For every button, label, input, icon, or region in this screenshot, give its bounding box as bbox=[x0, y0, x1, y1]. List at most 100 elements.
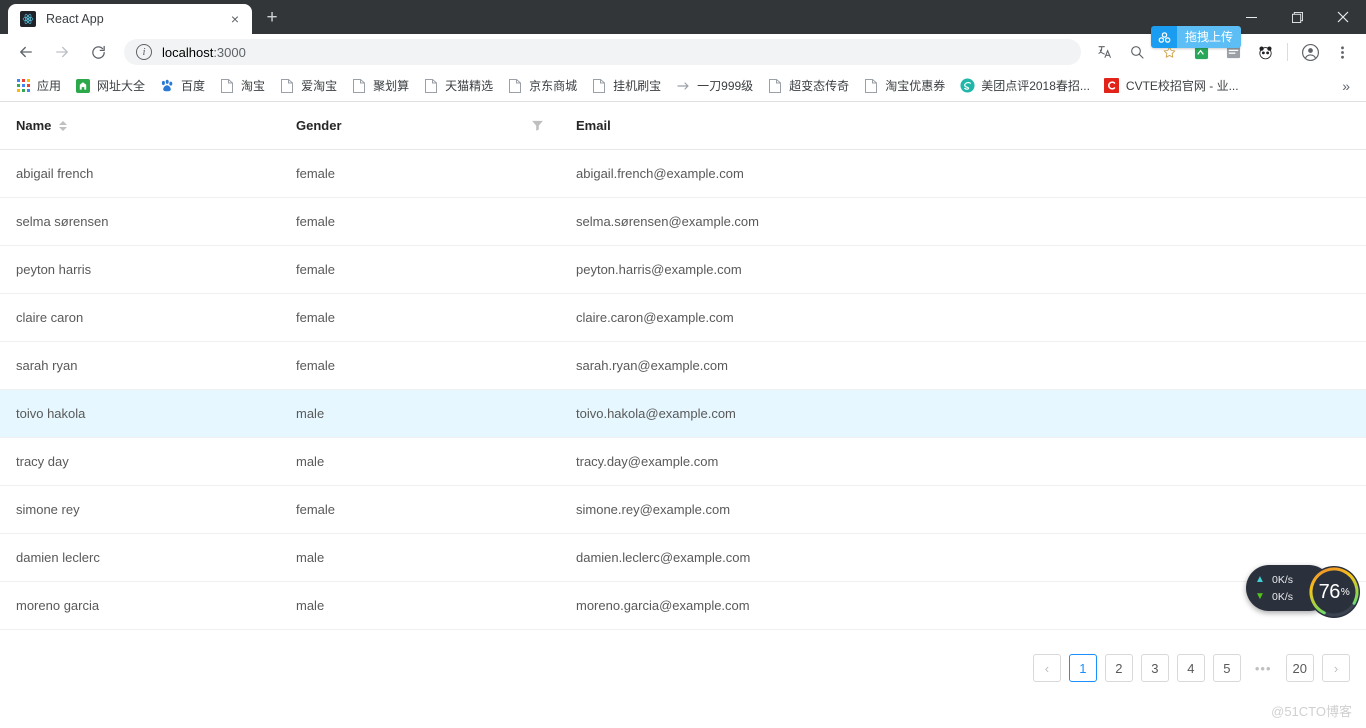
chrome-menu-icon[interactable] bbox=[1328, 38, 1356, 66]
maximize-icon[interactable] bbox=[1274, 0, 1320, 34]
watermark: @51CTO博客 bbox=[1271, 704, 1352, 719]
table-row[interactable]: toivo hakola male toivo.hakola@example.c… bbox=[0, 389, 1366, 438]
pagination-next[interactable]: › bbox=[1322, 654, 1350, 682]
table-row[interactable]: tracy day male tracy.day@example.com bbox=[0, 437, 1366, 486]
bookmark-apps[interactable]: 应用 bbox=[8, 74, 68, 98]
upload-speed-row: ▲ 0K/s bbox=[1254, 574, 1293, 586]
table-row[interactable]: abigail french female abigail.french@exa… bbox=[0, 149, 1366, 198]
page-icon bbox=[863, 78, 879, 94]
bookmark-taobao-coupon[interactable]: 淘宝优惠券 bbox=[856, 74, 952, 98]
site-info-icon[interactable]: i bbox=[136, 44, 152, 60]
cell-email: damien.leclerc@example.com bbox=[560, 533, 1366, 582]
page-icon bbox=[279, 78, 295, 94]
table-row[interactable]: claire caron female claire.caron@example… bbox=[0, 293, 1366, 342]
table-row[interactable]: moreno garcia male moreno.garcia@example… bbox=[0, 581, 1366, 630]
browser-toolbar: i localhost:3000 拖拽上传 bbox=[0, 26, 1366, 70]
bookmark-hao123[interactable]: 网址大全 bbox=[68, 74, 152, 98]
bookmark-label: 淘宝 bbox=[241, 79, 266, 93]
pagination-page-5[interactable]: 5 bbox=[1212, 654, 1241, 682]
zoom-search-icon[interactable] bbox=[1123, 38, 1151, 66]
column-label: Gender bbox=[296, 118, 342, 133]
bookmark-label: 爱淘宝 bbox=[301, 79, 338, 93]
bookmark-chaobiantai[interactable]: 超变态传奇 bbox=[760, 74, 856, 98]
close-tab-icon[interactable]: × bbox=[226, 10, 244, 28]
table-row[interactable]: sarah ryan female sarah.ryan@example.com bbox=[0, 341, 1366, 390]
translate-icon[interactable] bbox=[1091, 38, 1119, 66]
bookmark-label: 淘宝优惠券 bbox=[885, 79, 946, 93]
column-header-gender[interactable]: Gender bbox=[280, 102, 560, 150]
address-bar[interactable]: i localhost:3000 bbox=[124, 39, 1081, 65]
cell-name: simone rey bbox=[0, 485, 280, 534]
bookmark-itaobao[interactable]: 爱淘宝 bbox=[272, 74, 344, 98]
page-icon bbox=[423, 78, 439, 94]
bookmark-cvte[interactable]: CVTE校招官网 - 业... bbox=[1097, 74, 1246, 98]
sogou-icon bbox=[959, 78, 975, 94]
pagination: ‹ 1 2 3 4 5 ••• 20 › bbox=[0, 638, 1366, 682]
cell-name: tracy day bbox=[0, 437, 280, 486]
bookmark-jd[interactable]: 京东商城 bbox=[500, 74, 584, 98]
panda-extension-icon[interactable] bbox=[1251, 38, 1279, 66]
page-icon bbox=[219, 78, 235, 94]
bookmark-taobao[interactable]: 淘宝 bbox=[212, 74, 272, 98]
apps-grid-icon bbox=[15, 78, 31, 94]
reload-icon[interactable] bbox=[83, 37, 113, 67]
close-window-icon[interactable] bbox=[1320, 0, 1366, 34]
pagination-page-4[interactable]: 4 bbox=[1176, 654, 1205, 682]
table-row[interactable]: damien leclerc male damien.leclerc@examp… bbox=[0, 533, 1366, 582]
link-icon bbox=[675, 78, 691, 94]
pagination-prev[interactable]: ‹ bbox=[1032, 654, 1061, 682]
new-tab-button[interactable]: + bbox=[258, 4, 286, 32]
bookmarks-bar: 应用 网址大全 百度 淘宝 爱淘宝 聚划算 天猫精选 京东商城 挂机刷宝 一刀9… bbox=[0, 70, 1366, 102]
drag-upload-badge[interactable]: 拖拽上传 bbox=[1151, 26, 1242, 48]
upload-speed-value: 0K/s bbox=[1272, 573, 1294, 586]
cpu-usage-label: 76% bbox=[1306, 564, 1362, 620]
column-header-email[interactable]: Email bbox=[560, 102, 1366, 150]
bookmark-baidu[interactable]: 百度 bbox=[152, 74, 212, 98]
bookmark-label: 超变态传奇 bbox=[789, 79, 850, 93]
browser-tab[interactable]: React App × bbox=[8, 4, 252, 34]
cell-gender: female bbox=[280, 485, 560, 534]
pagination-page-last[interactable]: 20 bbox=[1285, 654, 1314, 682]
browser-window: React App × + i localhost:3000 拖拽上传 应用 … bbox=[0, 0, 1366, 728]
filter-icon[interactable] bbox=[531, 119, 544, 132]
forward-icon[interactable] bbox=[47, 37, 77, 67]
cell-email: sarah.ryan@example.com bbox=[560, 341, 1366, 390]
table-row[interactable]: simone rey female simone.rey@example.com bbox=[0, 485, 1366, 534]
cell-gender: male bbox=[280, 533, 560, 582]
hao123-icon bbox=[75, 78, 91, 94]
bookmarks-overflow-icon[interactable]: » bbox=[1334, 78, 1358, 94]
cell-email: peyton.harris@example.com bbox=[560, 245, 1366, 294]
cloud-upload-icon bbox=[1151, 26, 1177, 48]
speed-values: ▲ 0K/s ▼ 0K/s bbox=[1254, 574, 1293, 603]
pagination-ellipsis: ••• bbox=[1248, 654, 1278, 682]
table-row[interactable]: peyton harris female peyton.harris@examp… bbox=[0, 245, 1366, 294]
table-row[interactable]: selma sørensen female selma.sørensen@exa… bbox=[0, 197, 1366, 246]
cpu-usage-ring[interactable]: 76% bbox=[1306, 564, 1362, 620]
url-host: localhost bbox=[162, 44, 214, 60]
bookmark-label: 应用 bbox=[37, 79, 62, 93]
cell-gender: female bbox=[280, 197, 560, 246]
bookmark-label: 美团点评2018春招... bbox=[981, 79, 1090, 93]
cell-gender: male bbox=[280, 437, 560, 486]
pagination-page-3[interactable]: 3 bbox=[1140, 654, 1169, 682]
bookmark-guaji[interactable]: 挂机刷宝 bbox=[584, 74, 668, 98]
column-header-name[interactable]: Name bbox=[0, 102, 280, 150]
bookmark-tmall[interactable]: 天猫精选 bbox=[416, 74, 500, 98]
bookmark-meituan[interactable]: 美团点评2018春招... bbox=[952, 74, 1097, 98]
cell-name: toivo hakola bbox=[0, 389, 280, 438]
bookmark-label: 京东商城 bbox=[529, 79, 578, 93]
sort-toggle-icon[interactable] bbox=[59, 120, 68, 131]
back-icon[interactable] bbox=[11, 37, 41, 67]
download-arrow-icon: ▼ bbox=[1255, 590, 1265, 602]
page-icon bbox=[507, 78, 523, 94]
profile-avatar-icon[interactable] bbox=[1296, 38, 1324, 66]
pagination-page-2[interactable]: 2 bbox=[1104, 654, 1133, 682]
cell-name: abigail french bbox=[0, 149, 280, 198]
cell-gender: female bbox=[280, 245, 560, 294]
bookmark-juhuasuan[interactable]: 聚划算 bbox=[344, 74, 416, 98]
users-table: Name Gender Email abigail french female … bbox=[0, 102, 1366, 630]
pagination-page-1[interactable]: 1 bbox=[1068, 654, 1097, 682]
cell-email: tracy.day@example.com bbox=[560, 437, 1366, 486]
cell-gender: female bbox=[280, 293, 560, 342]
bookmark-yidao999[interactable]: 一刀999级 bbox=[668, 74, 760, 98]
